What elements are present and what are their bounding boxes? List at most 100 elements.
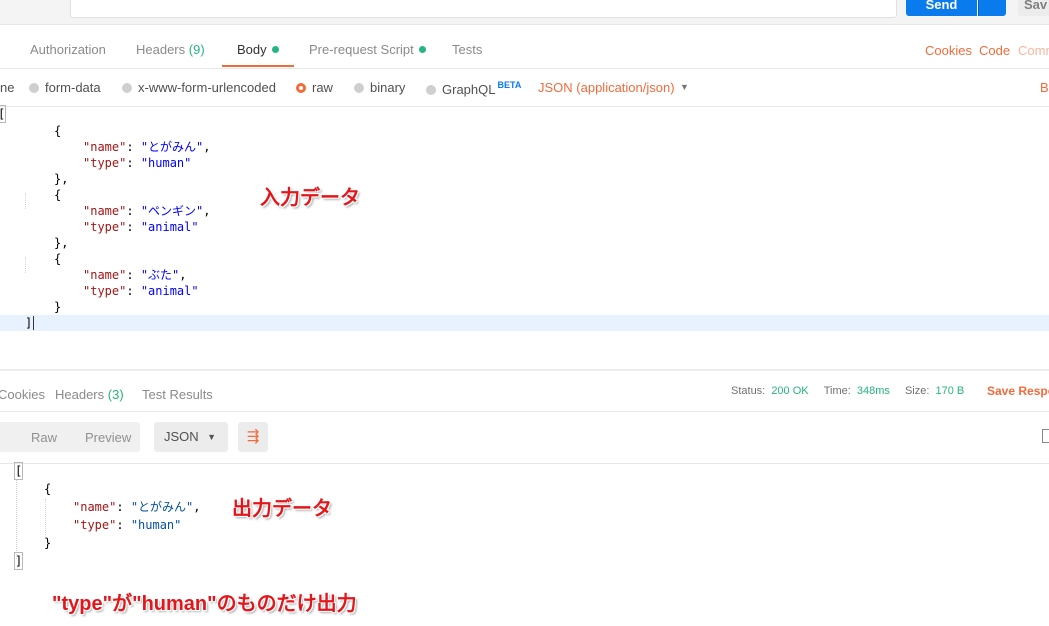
json-value: "とがみん" bbox=[140, 140, 204, 154]
code-line: "name": "ぶた", bbox=[83, 268, 187, 282]
code-line: ] bbox=[25, 315, 42, 331]
code-bracket: [ bbox=[0, 105, 7, 123]
response-tabs: Cookies Headers (3) Test Results Status:… bbox=[0, 371, 1049, 412]
code-link[interactable]: Code bbox=[979, 43, 1010, 58]
radio-form-data-circle bbox=[29, 83, 39, 93]
code-line: [ bbox=[13, 462, 24, 480]
size-label: Size: bbox=[904, 385, 930, 397]
radio-form-data[interactable]: form-data bbox=[29, 80, 101, 95]
status-info: Status: 200 OK Time: 348ms Size: 170 B bbox=[731, 385, 964, 397]
tab-headers[interactable]: Headers (9) bbox=[136, 42, 205, 57]
json-value: "animal" bbox=[140, 284, 199, 298]
time-value: 348ms bbox=[856, 385, 890, 397]
tab-tests[interactable]: Tests bbox=[452, 42, 482, 57]
size-value: 170 B bbox=[935, 385, 965, 397]
tab-body[interactable]: Body bbox=[237, 42, 279, 57]
code-line: { bbox=[44, 482, 52, 496]
status-value: 200 OK bbox=[771, 385, 809, 397]
status-label: Status: bbox=[731, 385, 766, 397]
code-line: "type": "human" bbox=[83, 156, 192, 170]
radio-graphql-label: GraphQL bbox=[442, 82, 496, 97]
mode-preview[interactable]: Preview bbox=[85, 430, 131, 445]
code-line: } bbox=[44, 536, 52, 550]
send-dropdown-button[interactable] bbox=[978, 0, 1006, 16]
response-tab-test-results[interactable]: Test Results bbox=[142, 387, 213, 402]
chevron-down-icon[interactable]: ▼ bbox=[680, 82, 689, 92]
code-line: ] bbox=[13, 552, 24, 570]
radio-urlencoded-label: x-www-form-urlencoded bbox=[138, 80, 276, 95]
text-cursor bbox=[33, 316, 42, 330]
tab-authorization[interactable]: Authorization bbox=[30, 42, 106, 57]
indent-guide bbox=[45, 499, 47, 535]
body-indicator-dot bbox=[271, 46, 279, 53]
radio-binary-circle bbox=[354, 83, 364, 93]
indent-guide bbox=[25, 193, 27, 209]
code-bracket: [ bbox=[13, 462, 24, 480]
json-value: "animal" bbox=[140, 220, 199, 234]
content-type-select[interactable]: JSON (application/json) bbox=[538, 80, 675, 95]
radio-binary[interactable]: binary bbox=[354, 80, 405, 95]
code-bracket: ] bbox=[25, 316, 33, 330]
response-tab-headers[interactable]: Headers (3) bbox=[55, 387, 124, 402]
save-button[interactable]: Sav bbox=[1018, 0, 1049, 16]
json-key: "name" bbox=[83, 140, 127, 154]
radio-none[interactable]: ne bbox=[0, 80, 14, 95]
radio-raw[interactable]: raw bbox=[296, 80, 333, 95]
code-line: }, bbox=[54, 236, 69, 250]
json-value: "human" bbox=[130, 518, 182, 532]
response-format-label: JSON bbox=[164, 429, 199, 444]
chevron-down-icon: ▼ bbox=[207, 432, 216, 442]
beautify-link[interactable]: B bbox=[1040, 80, 1049, 95]
request-body-editor[interactable]: [ { "name": "とがみん", "type": "human" }, {… bbox=[0, 105, 1049, 369]
time-label: Time: bbox=[823, 385, 851, 397]
tab-body-label: Body bbox=[237, 42, 267, 57]
mode-raw[interactable]: Raw bbox=[31, 430, 57, 445]
response-format-select[interactable]: JSON ▼ bbox=[154, 422, 228, 452]
code-line: } bbox=[54, 300, 62, 314]
code-line: [ bbox=[0, 105, 7, 123]
view-mode-group: Raw Preview bbox=[0, 422, 140, 452]
code-line: }, bbox=[54, 172, 69, 186]
response-headers-count: (3) bbox=[107, 387, 124, 402]
save-response-button[interactable]: Save Respo bbox=[987, 384, 1049, 398]
radio-binary-label: binary bbox=[370, 80, 406, 95]
json-value: "ペンギン" bbox=[140, 204, 204, 218]
radio-graphql-circle bbox=[426, 85, 436, 95]
prerequest-indicator-dot bbox=[418, 46, 426, 53]
code-line: "name": "とがみん", bbox=[73, 500, 201, 514]
tab-prerequest-script[interactable]: Pre-request Script bbox=[309, 42, 426, 57]
radio-urlencoded[interactable]: x-www-form-urlencoded bbox=[122, 80, 276, 95]
wrap-lines-icon[interactable]: ⇶ bbox=[238, 422, 268, 452]
copy-icon[interactable] bbox=[1042, 429, 1049, 443]
response-toolbar: Raw Preview JSON ▼ ⇶ bbox=[0, 411, 1049, 464]
code-line: "type": "animal" bbox=[83, 220, 199, 234]
json-value: "ぶた" bbox=[140, 268, 180, 282]
url-input[interactable] bbox=[70, 0, 897, 18]
headers-count: (9) bbox=[188, 42, 205, 57]
response-headers-label: Headers bbox=[55, 387, 105, 402]
code-line: { bbox=[54, 188, 62, 202]
tab-headers-label: Headers bbox=[136, 42, 186, 57]
code-line: "type": "animal" bbox=[83, 284, 199, 298]
json-key: "name" bbox=[83, 268, 127, 282]
send-button[interactable]: Send bbox=[906, 0, 977, 16]
comments-link[interactable]: Comm bbox=[1018, 43, 1049, 58]
code-line: { bbox=[54, 124, 62, 138]
cookies-link[interactable]: Cookies bbox=[925, 43, 972, 58]
radio-urlencoded-circle bbox=[122, 83, 132, 93]
code-bracket: ] bbox=[13, 552, 24, 570]
json-value: "human" bbox=[140, 156, 192, 170]
json-key: "type" bbox=[83, 220, 127, 234]
json-key: "type" bbox=[73, 518, 117, 532]
radio-raw-label: raw bbox=[312, 80, 333, 95]
response-tab-cookies[interactable]: Cookies bbox=[0, 387, 45, 402]
json-key: "name" bbox=[83, 204, 127, 218]
response-body-viewer[interactable]: [ { "name": "とがみん", "type": "human" } ] bbox=[0, 462, 1049, 573]
radio-form-data-label: form-data bbox=[45, 80, 101, 95]
request-tabs: Authorization Headers (9) Body Pre-reque… bbox=[0, 32, 1049, 69]
annotation-input-data: 入力データ bbox=[260, 187, 360, 209]
code-line: "type": "human" bbox=[73, 518, 182, 532]
radio-graphql[interactable]: GraphQL BETA bbox=[426, 80, 521, 97]
json-key: "type" bbox=[83, 156, 127, 170]
tab-prerequest-label: Pre-request Script bbox=[309, 42, 414, 57]
